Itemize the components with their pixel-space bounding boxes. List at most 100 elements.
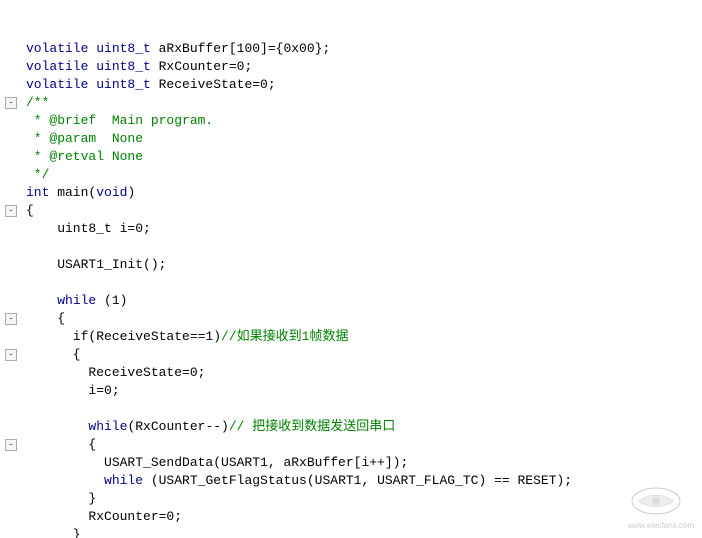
token: */	[26, 167, 49, 182]
gutter: -	[0, 439, 22, 451]
line-content: * @param None	[22, 130, 702, 148]
code-editor: volatile uint8_t aRxBuffer[100]={0x00};v…	[0, 0, 702, 538]
token: USART1_Init();	[26, 257, 166, 272]
code-line: volatile uint8_t aRxBuffer[100]={0x00};	[0, 40, 702, 58]
code-line: volatile uint8_t RxCounter=0;	[0, 58, 702, 76]
token: uint8_t	[96, 41, 151, 56]
collapse-button[interactable]: -	[5, 439, 17, 451]
token: RxCounter=0;	[151, 59, 252, 74]
code-line: USART_SendData(USART1, aRxBuffer[i++]);	[0, 454, 702, 472]
line-content: uint8_t i=0;	[22, 220, 702, 238]
code-line: int main(void)	[0, 184, 702, 202]
token	[26, 293, 57, 308]
code-line: while(RxCounter--)// 把接收到数据发送回串口	[0, 418, 702, 436]
line-content: }	[22, 490, 702, 508]
token: }	[26, 491, 96, 506]
token: uint8_t	[26, 221, 112, 236]
code-line: while (1)	[0, 292, 702, 310]
token: /**	[26, 95, 49, 110]
token: if(ReceiveState==1)	[26, 329, 221, 344]
code-line: -{	[0, 202, 702, 220]
token	[26, 473, 104, 488]
token: volatile	[26, 59, 96, 74]
line-content: USART1_Init();	[22, 256, 702, 274]
line-content: volatile uint8_t RxCounter=0;	[22, 58, 702, 76]
code-line: * @retval None	[0, 148, 702, 166]
collapse-button[interactable]: -	[5, 349, 17, 361]
line-content: */	[22, 166, 702, 184]
line-content: while(RxCounter--)// 把接收到数据发送回串口	[22, 418, 702, 436]
line-content: ReceiveState=0;	[22, 364, 702, 382]
code-block: volatile uint8_t aRxBuffer[100]={0x00};v…	[0, 0, 702, 538]
token: (USART_GetFlagStatus(USART1, USART_FLAG_…	[143, 473, 572, 488]
token: ReceiveState=0;	[151, 77, 276, 92]
code-line: RxCounter=0;	[0, 508, 702, 526]
token: uint8_t	[96, 59, 151, 74]
line-content: while (USART_GetFlagStatus(USART1, USART…	[22, 472, 702, 490]
gutter: -	[0, 349, 22, 361]
token: {	[26, 347, 81, 362]
token: while	[88, 419, 127, 434]
token: {	[26, 203, 34, 218]
code-line: - {	[0, 310, 702, 328]
code-line: * @brief Main program.	[0, 112, 702, 130]
code-line: uint8_t i=0;	[0, 220, 702, 238]
line-content	[22, 400, 702, 418]
gutter: -	[0, 205, 22, 217]
token: main(	[49, 185, 96, 200]
token: * @retval None	[26, 149, 143, 164]
token	[26, 419, 88, 434]
line-content: }	[22, 526, 702, 538]
token: }	[26, 527, 81, 538]
code-line	[0, 274, 702, 292]
line-content: int main(void)	[22, 184, 702, 202]
line-content: i=0;	[22, 382, 702, 400]
collapse-button[interactable]: -	[5, 313, 17, 325]
code-line: }	[0, 526, 702, 538]
code-line: * @param None	[0, 130, 702, 148]
watermark-text: www.elecfans.com	[628, 521, 694, 530]
code-line: USART1_Init();	[0, 256, 702, 274]
collapse-button[interactable]: -	[5, 97, 17, 109]
line-content: USART_SendData(USART1, aRxBuffer[i++]);	[22, 454, 702, 472]
token: (1)	[96, 293, 127, 308]
token: (RxCounter--)	[127, 419, 228, 434]
line-content: volatile uint8_t ReceiveState=0;	[22, 76, 702, 94]
token: while	[104, 473, 143, 488]
collapse-button[interactable]: -	[5, 205, 17, 217]
line-content: {	[22, 202, 702, 220]
line-content: * @brief Main program.	[22, 112, 702, 130]
token: * @brief Main program.	[26, 113, 213, 128]
code-line	[0, 400, 702, 418]
token: USART_SendData(USART1, aRxBuffer[i++]);	[26, 455, 408, 470]
token: void	[96, 185, 127, 200]
token: //如果接收到1帧数据	[221, 329, 348, 344]
token: ReceiveState=0;	[26, 365, 205, 380]
watermark: www.elecfans.com	[628, 485, 694, 530]
line-content: /**	[22, 94, 702, 112]
code-line: - {	[0, 436, 702, 454]
token: i=0;	[26, 383, 120, 398]
gutter: -	[0, 313, 22, 325]
line-content: {	[22, 436, 702, 454]
token: RxCounter=0;	[26, 509, 182, 524]
code-line: volatile uint8_t ReceiveState=0;	[0, 76, 702, 94]
line-content	[22, 238, 702, 256]
token: {	[26, 311, 65, 326]
line-content: {	[22, 310, 702, 328]
token: volatile	[26, 41, 96, 56]
token: uint8_t	[96, 77, 151, 92]
token: )	[127, 185, 135, 200]
token: aRxBuffer[100]={0x00};	[151, 41, 330, 56]
code-line: ReceiveState=0;	[0, 364, 702, 382]
token: while	[57, 293, 96, 308]
code-line: */	[0, 166, 702, 184]
line-content: volatile uint8_t aRxBuffer[100]={0x00};	[22, 40, 702, 58]
line-content: RxCounter=0;	[22, 508, 702, 526]
code-line	[0, 238, 702, 256]
code-line: }	[0, 490, 702, 508]
line-content: while (1)	[22, 292, 702, 310]
code-line: if(ReceiveState==1)//如果接收到1帧数据	[0, 328, 702, 346]
token: int	[26, 185, 49, 200]
line-content: * @retval None	[22, 148, 702, 166]
